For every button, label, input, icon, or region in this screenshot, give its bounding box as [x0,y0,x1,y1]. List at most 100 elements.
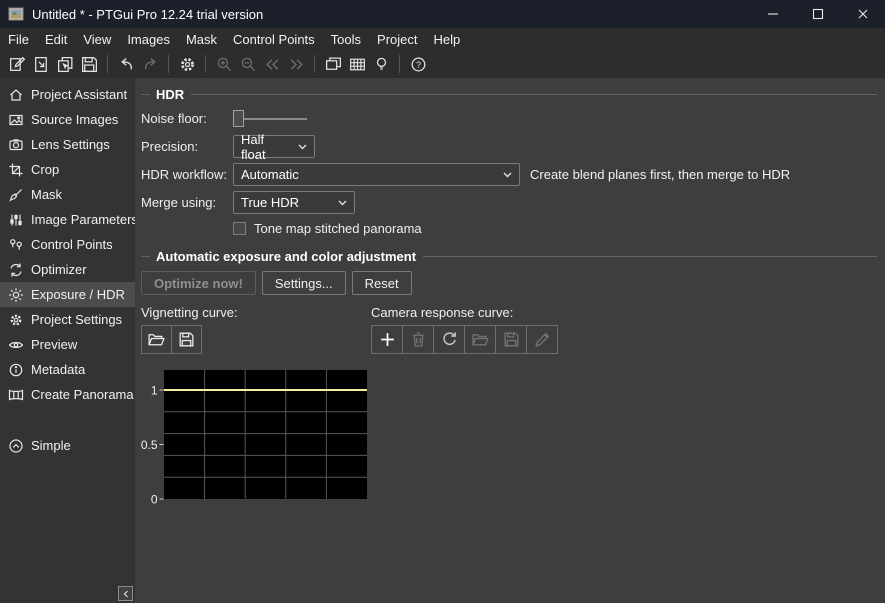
response-edit-pencil-icon[interactable] [526,325,558,354]
chevron-down-icon [495,172,512,178]
sidebar-item-label: Optimizer [31,262,87,277]
menu-file[interactable]: File [0,30,37,49]
sidebar-item-control-points[interactable]: Control Points [0,232,135,257]
redo-icon[interactable] [138,52,162,76]
sidebar-item-project-settings[interactable]: Project Settings [0,307,135,332]
y-tick-05: 0.5 [141,438,158,452]
menu-control-points[interactable]: Control Points [225,30,323,49]
response-add-plus-icon[interactable] [371,325,403,354]
help-icon[interactable]: ? [406,52,430,76]
toolbar-separator [205,55,206,73]
menu-help[interactable]: Help [426,30,469,49]
exposure-hdr-panel: HDR Noise floor: Precision: Half float [135,78,885,603]
minimize-button[interactable] [750,0,795,28]
sidebar-item-create-panorama[interactable]: Create Panorama [0,382,135,407]
response-open-folder-icon[interactable] [464,325,496,354]
vignetting-curve-label: Vignetting curve: [141,305,371,321]
response-save-floppy-icon[interactable] [495,325,527,354]
zoom-in-icon[interactable] [212,52,236,76]
hdr-section-title: HDR [156,87,184,102]
optimize-now-button[interactable]: Optimize now! [141,271,256,295]
options-gear-icon[interactable] [175,52,199,76]
detail-viewer-icon[interactable] [345,52,369,76]
sidebar-item-label: Project Settings [31,312,122,327]
noise-floor-slider[interactable] [233,110,307,127]
sidebar-item-preview[interactable]: Preview [0,332,135,357]
sidebar-item-project-assistant[interactable]: Project Assistant [0,82,135,107]
y-tick-0: 0 [151,493,158,507]
auto-exposure-section-title: Automatic exposure and color adjustment [156,249,416,264]
previous-image-icon[interactable] [260,52,284,76]
chevron-down-icon [290,144,307,150]
menu-edit[interactable]: Edit [37,30,75,49]
response-reset-refresh-icon[interactable] [433,325,465,354]
noise-floor-label: Noise floor: [141,111,233,126]
sidebar-item-exposure-hdr[interactable]: Exposure / HDR [0,282,135,307]
menubar: File Edit View Images Mask Control Point… [0,28,885,50]
crop-icon [8,162,24,178]
sidebar-item-label: Crop [31,162,59,177]
precision-dropdown[interactable]: Half float [233,135,315,158]
window-title: Untitled * - PTGui Pro 12.24 trial versi… [32,7,263,22]
vignetting-curve-graph: 1 0.5 0 [141,368,373,506]
svg-text:?: ? [416,59,421,69]
image-icon [8,112,24,128]
menu-mask[interactable]: Mask [178,30,225,49]
vignetting-open-folder-icon[interactable] [141,325,172,354]
hints-bulb-icon[interactable] [369,52,393,76]
sidebar-item-label: Mask [31,187,62,202]
sidebar-item-lens-settings[interactable]: Lens Settings [0,132,135,157]
sun-icon [8,287,24,303]
sidebar-collapse-button[interactable] [118,586,133,601]
toolbar-separator [314,55,315,73]
tonemap-label: Tone map stitched panorama [254,221,422,236]
refresh-square-icon [8,262,24,278]
maximize-button[interactable] [795,0,840,28]
slider-thumb[interactable] [233,110,244,127]
merge-using-value: True HDR [241,195,299,210]
settings-button[interactable]: Settings... [262,271,346,295]
sidebar-item-label: Simple [31,438,71,453]
menu-images[interactable]: Images [119,30,178,49]
sidebar-item-label: Image Parameters [31,212,138,227]
panorama-editor-icon[interactable] [321,52,345,76]
next-image-icon[interactable] [284,52,308,76]
sidebar-item-source-images[interactable]: Source Images [0,107,135,132]
zoom-out-icon[interactable] [236,52,260,76]
menu-project[interactable]: Project [369,30,425,49]
hdr-workflow-dropdown[interactable]: Automatic [233,163,520,186]
sidebar-item-label: Lens Settings [31,137,110,152]
save-project-icon[interactable] [77,52,101,76]
vignetting-save-floppy-icon[interactable] [171,325,202,354]
response-delete-trash-icon[interactable] [402,325,434,354]
eye-icon [8,337,24,353]
menu-view[interactable]: View [75,30,119,49]
hdr-workflow-value: Automatic [241,167,299,182]
sidebar-item-label: Exposure / HDR [31,287,125,302]
new-project-icon[interactable] [5,52,29,76]
sidebar: Project Assistant Source Images Lens Set… [0,78,135,603]
sidebar-item-simple[interactable]: Simple [0,433,135,458]
add-images-icon[interactable] [53,52,77,76]
window-controls [750,0,885,28]
sidebar-item-mask[interactable]: Mask [0,182,135,207]
merge-using-dropdown[interactable]: True HDR [233,191,355,214]
vignetting-curve-buttons [141,325,202,354]
app-window: Untitled * - PTGui Pro 12.24 trial versi… [0,0,885,603]
map-pins-icon [8,237,24,253]
sidebar-item-optimizer[interactable]: Optimizer [0,257,135,282]
reset-button[interactable]: Reset [352,271,412,295]
toolbar: ? [0,50,885,78]
open-project-icon[interactable] [29,52,53,76]
undo-icon[interactable] [114,52,138,76]
gear-icon [8,312,24,328]
close-button[interactable] [840,0,885,28]
app-logo-icon [8,6,24,22]
tonemap-checkbox[interactable] [233,222,246,235]
toolbar-separator [168,55,169,73]
sidebar-item-crop[interactable]: Crop [0,157,135,182]
titlebar: Untitled * - PTGui Pro 12.24 trial versi… [0,0,885,28]
sidebar-item-metadata[interactable]: Metadata [0,357,135,382]
menu-tools[interactable]: Tools [323,30,369,49]
sidebar-item-image-parameters[interactable]: Image Parameters [0,207,135,232]
